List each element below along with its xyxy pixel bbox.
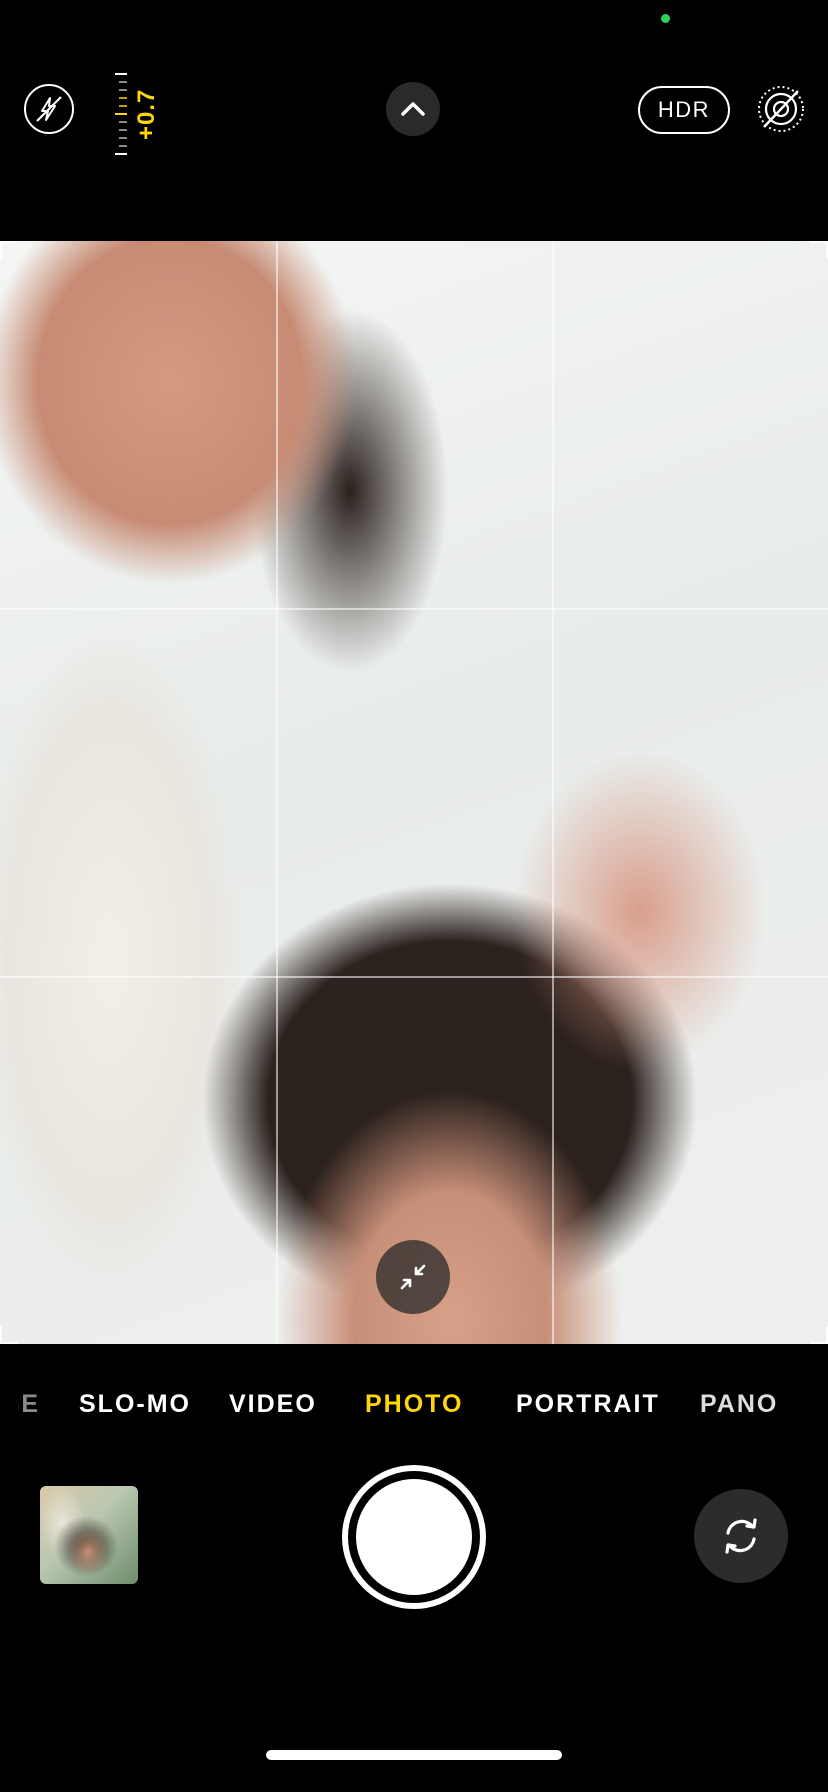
- chevron-up-icon[interactable]: [386, 82, 440, 136]
- frame-corner: [0, 1326, 18, 1344]
- hdr-button[interactable]: HDR: [638, 86, 730, 134]
- privacy-indicator-dot: [661, 14, 670, 23]
- home-indicator[interactable]: [266, 1750, 562, 1760]
- mode-portrait[interactable]: PORTRAIT: [516, 1390, 660, 1419]
- last-photo-thumbnail[interactable]: [40, 1486, 138, 1584]
- mode-slo-mo[interactable]: SLO-MO: [79, 1390, 191, 1419]
- collapse-arrows-icon[interactable]: [376, 1240, 450, 1314]
- grid-line: [276, 241, 278, 1344]
- grid-line: [0, 608, 828, 610]
- shutter-icon: [356, 1479, 472, 1595]
- mode-time-lapse[interactable]: SE: [18, 1390, 40, 1419]
- hdr-label: HDR: [657, 97, 711, 122]
- camera-top-bar: +0.7 HDR: [0, 60, 828, 160]
- grid-line: [552, 241, 554, 1344]
- mode-pano[interactable]: PANO: [700, 1390, 778, 1419]
- flash-off-icon[interactable]: [24, 84, 74, 134]
- grid-line: [0, 976, 828, 978]
- camera-mode-selector: SE SLO-MO VIDEO PHOTO PORTRAIT PANO: [0, 1378, 828, 1432]
- frame-corner: [810, 241, 828, 259]
- exposure-value: +0.7: [133, 88, 160, 140]
- camera-viewfinder[interactable]: [0, 241, 828, 1344]
- shutter-button[interactable]: [342, 1465, 486, 1609]
- live-photo-off-icon[interactable]: [756, 84, 806, 134]
- exposure-indicator[interactable]: +0.7: [115, 72, 175, 156]
- frame-corner: [810, 1326, 828, 1344]
- mode-photo[interactable]: PHOTO: [365, 1390, 463, 1419]
- exposure-scale-icon: [115, 73, 127, 155]
- frame-corner: [0, 241, 18, 259]
- mode-video[interactable]: VIDEO: [229, 1390, 317, 1419]
- camera-flip-icon[interactable]: [694, 1489, 788, 1583]
